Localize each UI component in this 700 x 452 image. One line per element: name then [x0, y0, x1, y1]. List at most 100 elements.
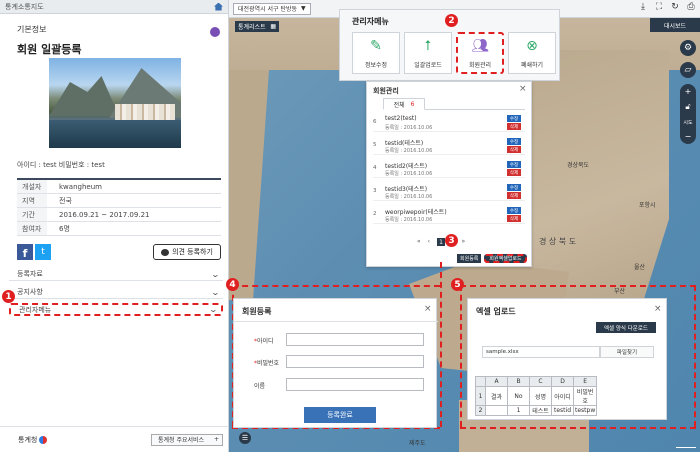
- fullscreen-icon[interactable]: ⛶: [654, 2, 664, 12]
- info-value: kwangheum: [59, 182, 102, 191]
- register-submit-button[interactable]: 등록완료: [304, 407, 376, 423]
- close-survey-button[interactable]: ⊗ 폐쇄하기: [508, 32, 556, 74]
- refresh-icon[interactable]: ↻: [670, 2, 680, 12]
- member-delete-button[interactable]: 삭제: [507, 215, 521, 222]
- accordion-data[interactable]: 등록자료 ⌄: [9, 268, 223, 281]
- accordion-notice[interactable]: 공지사항 ⌄: [9, 286, 223, 299]
- member-edit-button[interactable]: 수정: [507, 161, 521, 168]
- left-topbar: 통계소통지도: [0, 0, 228, 14]
- password-input[interactable]: [286, 355, 424, 368]
- zoom-out-icon[interactable]: −: [685, 132, 692, 141]
- sheet-cell: 테스트: [529, 405, 552, 416]
- register-member-button[interactable]: 회원등록: [457, 254, 482, 263]
- member-row: 3 testid3(테스트) 등록일 : 2016.10.06 수정 삭제: [373, 183, 525, 201]
- accordion-admin-menu[interactable]: 관리자메뉴 ⌄: [9, 303, 223, 316]
- bulk-upload-button[interactable]: ⭡ 일괄업로드: [404, 32, 452, 74]
- map-region-label: 경 상 북 도: [539, 237, 577, 246]
- map-city-label: 경상북도: [567, 162, 590, 169]
- info-key: 참여자: [17, 222, 47, 235]
- first-page-icon[interactable]: «: [417, 238, 421, 246]
- id-input[interactable]: [286, 333, 424, 346]
- tab-all[interactable]: 전체 6: [383, 98, 425, 110]
- accordion-label: 등록자료: [17, 270, 43, 278]
- info-row: 기간 2016.09.21 ~ 2017.09.21: [17, 208, 221, 222]
- layers-icon[interactable]: ▱: [680, 62, 696, 78]
- facebook-icon[interactable]: f: [17, 244, 33, 260]
- settings-gear-icon[interactable]: ⚙: [680, 40, 696, 56]
- annotation-connector: [460, 285, 462, 427]
- excel-template-download-button[interactable]: 엑셀 양식 다운로드: [596, 322, 656, 333]
- map-scale: [676, 440, 696, 448]
- info-row: 개설자 kwangheum: [17, 180, 221, 194]
- info-value: 전국: [59, 196, 72, 205]
- zoom-control[interactable]: + 🔓︎ 시도 −: [680, 84, 696, 144]
- id-label: *아이디: [254, 336, 274, 345]
- id-password-line: 아이디 : test 비밀번호 : test: [17, 161, 105, 169]
- logo-text: 통계청: [18, 435, 38, 444]
- close-circle-icon: ⊗: [526, 37, 538, 54]
- member-management-label: 회원관리: [468, 61, 492, 69]
- member-date: 등록일 : 2016.10.06: [385, 194, 433, 200]
- accordion-label: 공지사항: [17, 288, 43, 296]
- id-label-text: 아이디: [257, 338, 274, 345]
- info-key: 지역: [17, 194, 47, 207]
- page-number[interactable]: 1: [437, 238, 446, 246]
- zoom-in-icon[interactable]: +: [685, 87, 692, 96]
- sheet-col-header: E: [572, 376, 598, 387]
- member-edit-button[interactable]: 수정: [507, 184, 521, 191]
- member-edit-button[interactable]: 수정: [507, 207, 521, 214]
- file-name-field[interactable]: sample.xlsx: [482, 346, 600, 358]
- region-select[interactable]: 대전광역시 서구 탄방동 ▼: [233, 2, 311, 15]
- step-marker-1: 1: [2, 290, 15, 303]
- download-icon[interactable]: ⤓: [638, 2, 648, 12]
- map-city-label: 울산: [634, 264, 646, 271]
- member-edit-button[interactable]: 수정: [507, 115, 521, 122]
- excel-upload-button[interactable]: 회원엑셀업로드: [484, 254, 527, 263]
- edit-info-button[interactable]: ✎ 정보수정: [352, 32, 400, 74]
- annotation-connector: [694, 285, 696, 427]
- sheet-col-header: A: [485, 376, 508, 387]
- settings-icon[interactable]: ☰: [239, 432, 251, 444]
- pin-icon[interactable]: [210, 27, 220, 37]
- stat-list-label: 통계리스트: [238, 24, 266, 31]
- member-delete-button[interactable]: 삭제: [507, 123, 521, 130]
- member-no: 4: [373, 165, 377, 171]
- caret-down-icon: ▼: [301, 5, 306, 12]
- tab-count: 6: [410, 100, 415, 108]
- prev-page-icon[interactable]: ‹: [428, 238, 430, 246]
- admin-menu-title: 관리자메뉴: [352, 17, 389, 26]
- member-delete-button[interactable]: 삭제: [507, 169, 521, 176]
- sheet-cell: 성명: [529, 386, 552, 406]
- sheet-cell: 아이디: [551, 386, 574, 406]
- tab-label: 전체: [393, 101, 405, 109]
- stat-list-button[interactable]: 통계리스트 ▦: [235, 21, 279, 32]
- close-icon[interactable]: ×: [424, 304, 432, 314]
- name-input[interactable]: [286, 378, 424, 391]
- app-title: 통계소통지도: [5, 2, 44, 11]
- opinion-button[interactable]: 의견 등록하기: [153, 244, 221, 260]
- member-edit-button[interactable]: 수정: [507, 138, 521, 145]
- member-management-button[interactable]: 👥︎ 회원관리: [456, 32, 504, 74]
- sheet-corner: [475, 376, 486, 387]
- accordion-label: 관리자메뉴: [19, 305, 52, 314]
- home-icon[interactable]: [214, 2, 223, 11]
- member-delete-button[interactable]: 삭제: [507, 192, 521, 199]
- close-icon[interactable]: ×: [654, 304, 662, 314]
- member-date: 등록일 : 2016.10.06: [385, 148, 433, 154]
- lock-icon[interactable]: 🔓︎: [685, 102, 690, 112]
- last-page-icon[interactable]: »: [461, 238, 465, 246]
- info-value: 6명: [59, 224, 70, 233]
- sheet-cell: 1: [507, 405, 530, 416]
- close-icon[interactable]: ×: [519, 84, 527, 94]
- print-icon[interactable]: ⎙: [686, 2, 696, 12]
- member-row: 2 weorpiwepoir(테스트) 등록일 : 2016.10.06 수정 …: [373, 206, 525, 224]
- sheet-cell: No: [507, 386, 530, 406]
- password-label-text: 비밀번호: [257, 360, 280, 367]
- member-date: 등록일 : 2016.10.06: [385, 171, 433, 177]
- main-services-button[interactable]: 통계청 주요서비스 +: [151, 433, 223, 446]
- member-delete-button[interactable]: 삭제: [507, 146, 521, 153]
- map-city-label: 포항시: [639, 202, 656, 209]
- twitter-icon[interactable]: t: [35, 244, 51, 260]
- dashboard-button[interactable]: 대시보드: [650, 18, 700, 32]
- find-file-button[interactable]: 파일찾기: [600, 346, 654, 358]
